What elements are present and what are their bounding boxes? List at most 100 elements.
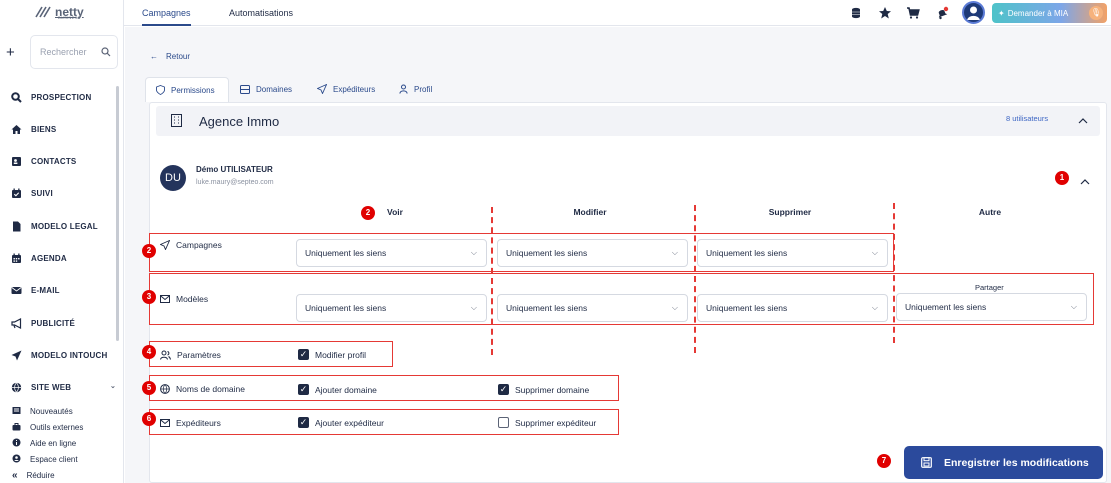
logo-mark-icon <box>35 6 51 18</box>
sidebar-item-suivi[interactable]: SUIVI <box>0 180 118 206</box>
annotation-badge: 7 <box>877 454 891 468</box>
select-modeles-partager[interactable]: Uniquement les siens ⌵ <box>896 293 1087 321</box>
sidebar-footer-espace-client[interactable]: Espace client <box>0 452 118 466</box>
agence-title: Agence Immo <box>199 114 280 129</box>
select-campagnes-supprimer[interactable]: Uniquement les siens ⌵ <box>697 239 888 267</box>
tab-expediteurs[interactable]: Expéditeurs <box>317 79 375 99</box>
chevron-down-icon: ⌵ <box>1070 302 1077 311</box>
sidebar-item-publicite[interactable]: PUBLICITÉ <box>0 310 118 336</box>
column-header-supprimer: Supprimer <box>768 207 812 217</box>
checkbox-unchecked[interactable] <box>498 417 509 428</box>
checkbox-supprimer-expediteur[interactable]: Supprimer expéditeur <box>498 417 596 428</box>
ask-mia-label: Demander à MIA <box>1007 8 1069 18</box>
sidebar-item-site-web[interactable]: SITE WEB ⌄ <box>0 374 118 400</box>
sidebar-item-modelo-legal[interactable]: MODELO LEGAL <box>0 213 118 239</box>
select-value: Uniquement les siens <box>506 303 588 313</box>
user-icon <box>399 84 408 94</box>
sidebar-footer-aide[interactable]: Aide en ligne <box>0 436 118 450</box>
topbar: Campagnes Automatisations ✦ Demander à M… <box>124 0 1111 26</box>
ask-mia-button[interactable]: ✦ Demander à MIA 🎙 <box>992 3 1107 23</box>
microphone-icon[interactable]: 🎙 <box>1089 6 1103 20</box>
bell-icon[interactable] <box>935 6 949 20</box>
sidebar-footer-outils[interactable]: Outils externes <box>0 420 118 434</box>
sidebar-item-label: MODELO LEGAL <box>31 221 98 231</box>
save-button[interactable]: Enregistrer les modifications <box>904 446 1103 479</box>
arrow-left-icon: ← <box>150 52 158 61</box>
partager-label: Partager <box>975 283 1004 292</box>
select-campagnes-modifier[interactable]: Uniquement les siens ⌵ <box>497 239 688 267</box>
sidebar-footer-nouveautes[interactable]: Nouveautés <box>0 404 118 418</box>
checkbox-supprimer-domaine[interactable]: ✓ Supprimer domaine <box>498 384 589 395</box>
sparkle-icon: ✦ <box>998 8 1005 18</box>
back-link[interactable]: ← Retour <box>150 52 190 61</box>
star-icon[interactable] <box>878 6 892 20</box>
envelope-icon <box>160 419 170 427</box>
contact-card-icon <box>11 156 22 167</box>
checkbox-ajouter-expediteur[interactable]: ✓ Ajouter expéditeur <box>298 417 384 428</box>
tab-permissions[interactable]: Permissions <box>145 77 229 102</box>
checkbox-modifier-profil[interactable]: ✓ Modifier profil <box>298 349 366 360</box>
checkbox-checked[interactable]: ✓ <box>298 349 309 360</box>
checkbox-ajouter-domaine[interactable]: ✓ Ajouter domaine <box>298 384 377 395</box>
sidebar-item-label: PUBLICITÉ <box>31 318 76 328</box>
tab-automatisations[interactable]: Automatisations <box>229 0 293 26</box>
chevron-down-icon: ⌵ <box>470 303 477 312</box>
search-icon[interactable] <box>101 47 111 57</box>
annotation-badge: 3 <box>142 290 156 304</box>
search-icon <box>11 91 22 103</box>
checkbox-label: Supprimer domaine <box>515 384 590 395</box>
cart-icon[interactable] <box>906 6 920 20</box>
tab-profil[interactable]: Profil <box>399 79 432 99</box>
tab-campagnes[interactable]: Campagnes <box>142 0 191 26</box>
checkbox-checked[interactable]: ✓ <box>298 384 309 395</box>
sidebar-item-modelo-intouch[interactable]: MODELO INTOUCH <box>0 342 118 368</box>
checkbox-checked[interactable]: ✓ <box>498 384 509 395</box>
paper-plane-icon <box>11 350 22 361</box>
sidebar-item-contacts[interactable]: CONTACTS <box>0 148 118 174</box>
logo[interactable]: netty BUSINESS <box>34 3 104 21</box>
sidebar-item-label: AGENDA <box>31 253 67 263</box>
avatar[interactable] <box>962 1 985 24</box>
file-icon <box>11 221 22 232</box>
tab-domaines[interactable]: Domaines <box>240 79 292 99</box>
tab-label: Domaines <box>256 84 293 94</box>
sidebar-item-label: PROSPECTION <box>31 92 92 102</box>
chevron-down-icon[interactable]: ⌄ <box>110 382 116 390</box>
tab-label: Permissions <box>171 85 215 95</box>
select-modeles-modifier[interactable]: Uniquement les siens ⌵ <box>497 294 688 322</box>
column-header-autre: Autre <box>978 207 1002 217</box>
envelope-icon <box>160 295 170 303</box>
chevron-up-icon[interactable] <box>1078 117 1088 124</box>
select-modeles-supprimer[interactable]: Uniquement les siens ⌵ <box>697 294 888 322</box>
annotation-badge: 6 <box>142 412 156 426</box>
envelope-icon <box>11 285 22 296</box>
sidebar-item-agenda[interactable]: AGENDA <box>0 245 118 271</box>
sidebar-item-prospection[interactable]: PROSPECTION <box>0 84 118 110</box>
add-icon[interactable]: + <box>6 45 15 60</box>
row-label-parametres: Paramètres <box>160 350 221 360</box>
calendar-icon <box>11 253 22 264</box>
agence-header[interactable]: Agence Immo 8 utilisateurs <box>156 106 1100 136</box>
coins-icon[interactable] <box>849 6 863 20</box>
search-input[interactable]: Rechercher <box>30 35 118 69</box>
select-value: Uniquement les siens <box>506 248 588 258</box>
sidebar: netty BUSINESS + Rechercher PROSPECTION … <box>0 0 124 483</box>
checkbox-checked[interactable]: ✓ <box>298 417 309 428</box>
sidebar-footer-label: Espace client <box>30 454 78 464</box>
chevron-up-icon[interactable] <box>1080 178 1090 185</box>
tab-label: Expéditeurs <box>333 84 376 94</box>
select-campagnes-voir[interactable]: Uniquement les siens ⌵ <box>296 239 487 267</box>
sidebar-footer-label: Outils externes <box>30 422 84 432</box>
select-modeles-voir[interactable]: Uniquement les siens ⌵ <box>296 294 487 322</box>
megaphone-icon <box>11 317 22 329</box>
sidebar-item-biens[interactable]: BIENS <box>0 116 118 142</box>
sidebar-footer-reduire[interactable]: « Réduire <box>0 468 118 482</box>
sidebar-scrollbar[interactable] <box>116 86 119 341</box>
select-value: Uniquement les siens <box>905 302 987 312</box>
home-icon <box>11 124 22 135</box>
paper-plane-icon <box>317 84 327 94</box>
sidebar-item-email[interactable]: E-MAIL <box>0 277 118 303</box>
annotation-badge: 1 <box>1055 171 1069 185</box>
row-label-text: Paramètres <box>177 350 221 360</box>
row-label-campagnes: Campagnes <box>160 240 222 250</box>
